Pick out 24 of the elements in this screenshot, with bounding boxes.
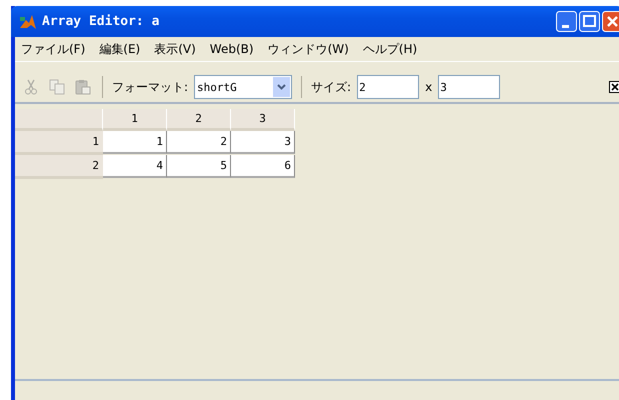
column-header[interactable]: 1 (103, 109, 167, 131)
format-dropdown[interactable]: shortG (194, 75, 292, 99)
table-cell[interactable]: 2 (167, 131, 231, 154)
times-sign: x (425, 80, 432, 94)
menu-item[interactable]: Web(B) (210, 42, 254, 56)
format-label: フォーマット: (112, 78, 188, 96)
column-header[interactable]: 2 (167, 109, 231, 131)
table-cell[interactable]: 6 (231, 155, 295, 178)
table-cell[interactable]: 3 (231, 131, 295, 154)
table-cell[interactable]: 1 (103, 131, 167, 154)
menu-item[interactable]: ファイル(F) (21, 40, 86, 58)
row-header[interactable]: 2 (15, 155, 103, 179)
menu-item[interactable]: 編集(E) (99, 40, 140, 58)
table-cell[interactable]: 5 (167, 155, 231, 178)
menu-item[interactable]: ウィンドウ(W) (268, 40, 349, 58)
columns-field[interactable]: 3 (438, 75, 500, 99)
row-header[interactable]: 1 (15, 131, 103, 155)
window-title: Array Editor: a (42, 14, 160, 29)
menu-item[interactable]: ヘルプ(H) (362, 40, 418, 58)
rows-field[interactable]: 2 (357, 75, 420, 99)
table-cell[interactable]: 4 (103, 155, 167, 178)
menu-item[interactable]: 表示(V) (154, 40, 196, 58)
column-header[interactable]: 3 (231, 109, 295, 131)
size-label: サイズ: (311, 78, 352, 96)
